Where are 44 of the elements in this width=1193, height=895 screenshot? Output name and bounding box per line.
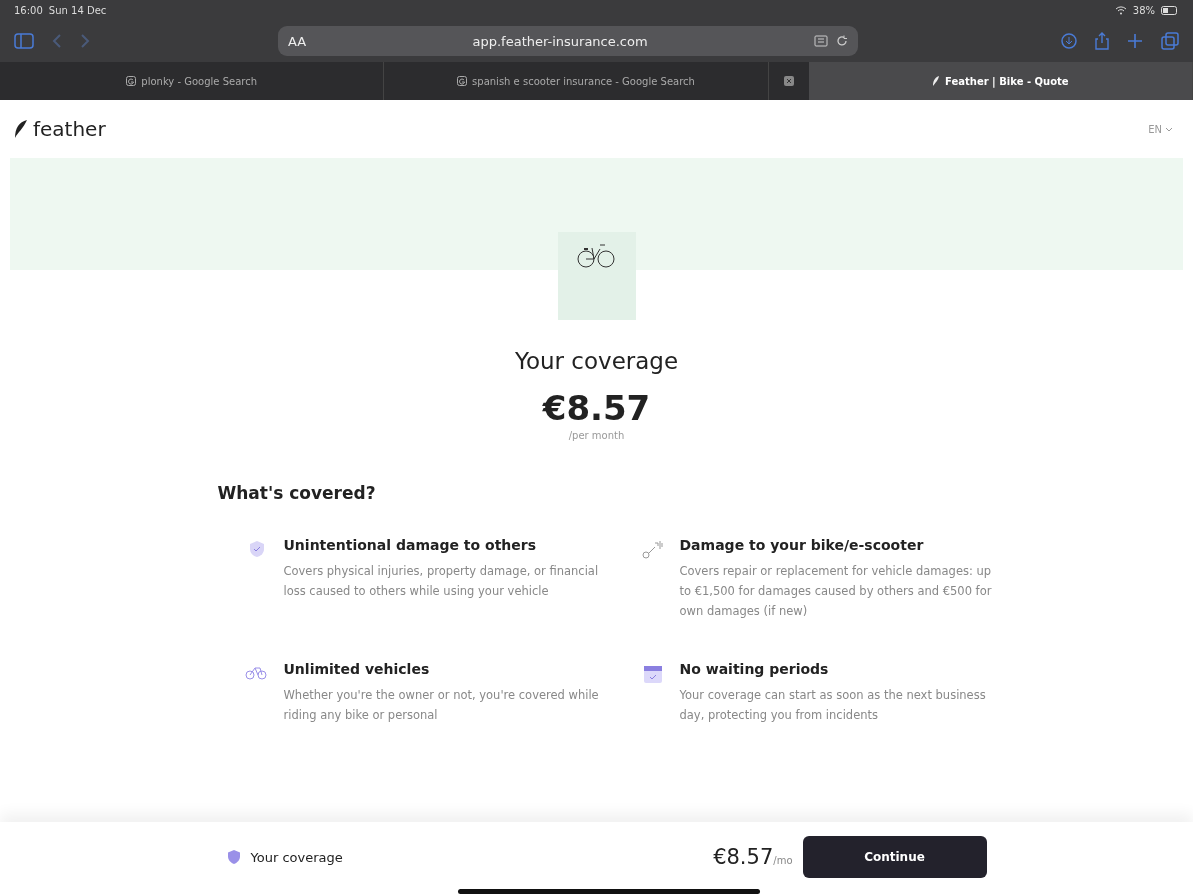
feature-description: Covers repair or replacement for vehicle damages: up to €1,500 for damages caused by others and €500 for own damages (if new): [679, 563, 993, 620]
footer-price: €8.57/mo: [713, 845, 793, 869]
browser-tab[interactable]: plonky - Google Search: [0, 62, 385, 100]
feature-description: Whether you're the owner or not, you're covered while riding any bike or personal: [283, 687, 600, 724]
battery-icon: [1161, 5, 1179, 15]
footer-label: Your coverage: [250, 849, 343, 865]
feature-title: Unlimited vehicles: [283, 661, 431, 677]
chevron-down-icon: [1165, 126, 1173, 132]
wifi-icon: [1114, 5, 1127, 15]
continue-button[interactable]: Continue: [802, 836, 987, 878]
google-icon: [457, 76, 468, 86]
coverage-title: Your coverage: [513, 348, 680, 374]
calendar-icon: [641, 663, 664, 685]
add-icon[interactable]: [1127, 33, 1143, 49]
section-heading: What's covered?: [217, 483, 377, 503]
feature-title: Damage to your bike/e-scooter: [679, 537, 925, 553]
reader-icon[interactable]: [814, 35, 828, 47]
feature-title: No waiting periods: [679, 661, 830, 677]
status-time: 16:00: [14, 4, 43, 16]
download-icon[interactable]: [1061, 33, 1077, 49]
logo-text: feather: [33, 117, 106, 141]
close-icon[interactable]: [783, 76, 794, 86]
status-date: Sun 14 Dec: [48, 4, 107, 16]
shield-icon: [226, 849, 241, 865]
feature-title: Unintentional damage to others: [283, 537, 538, 553]
browser-tab[interactable]: Feather | Bike - Quote: [808, 62, 1193, 100]
google-icon: [126, 76, 137, 86]
feature-description: Covers physical injuries, property damage, or financial loss caused to others while using your vehicle: [283, 563, 600, 600]
browser-tab[interactable]: spanish e scooter insurance - Google Search: [384, 62, 769, 100]
battery-percentage: 38%: [1132, 4, 1155, 16]
sidebar-icon[interactable]: [14, 33, 34, 49]
price-period: /per month: [567, 430, 626, 441]
feather-icon: [14, 120, 28, 138]
url-text: app.feather-insurance.com: [471, 33, 649, 49]
forward-icon[interactable]: [80, 33, 90, 49]
back-icon[interactable]: [52, 33, 62, 49]
feather-icon: [932, 76, 941, 86]
reload-icon[interactable]: [836, 35, 848, 47]
feature-description: Your coverage can start as soon as the next business day, protecting you from incidents: [679, 687, 987, 724]
share-icon[interactable]: [1095, 32, 1109, 50]
price: €8.57: [541, 388, 652, 428]
text-size-button[interactable]: AA: [288, 33, 307, 49]
address-bar[interactable]: AA app.feather-insurance.com: [278, 26, 858, 56]
tabs-icon[interactable]: [1161, 32, 1179, 50]
